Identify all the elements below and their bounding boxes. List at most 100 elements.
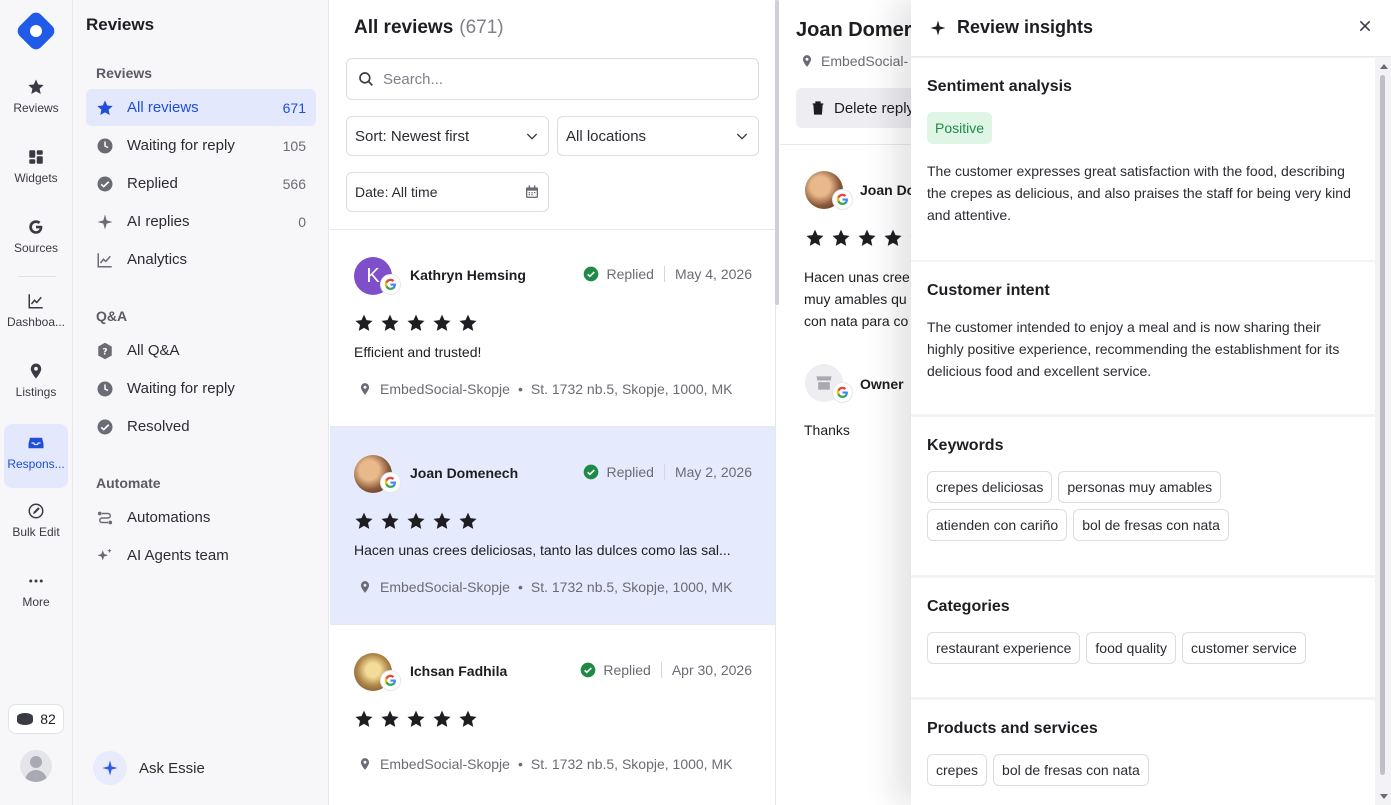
- nav-item-ai-agents-team[interactable]: AI Agents team: [86, 537, 316, 574]
- automation-icon: [97, 511, 113, 524]
- question-icon: ?: [98, 342, 112, 359]
- locations-select[interactable]: All locations: [557, 116, 759, 156]
- detail-reviewer-name: Joan Domer: [796, 19, 912, 41]
- nav-item-count: 105: [282, 137, 306, 154]
- review-card[interactable]: Ichsan Fadhila Replied Apr 30, 2026 Embe…: [330, 625, 775, 805]
- rail-label: Dashboa...: [6, 315, 66, 329]
- keyword-chip: crepes deliciosas: [927, 471, 1053, 503]
- nav-section-reviews: Reviews: [96, 65, 153, 81]
- detail-location: EmbedSocial-: [800, 53, 908, 69]
- insights-title-text: Review insights: [957, 17, 1094, 37]
- star-icon: [406, 709, 426, 734]
- review-card-selected[interactable]: Joan Domenech Replied May 2, 2026 Hacen …: [330, 427, 775, 625]
- inbox-icon: [28, 437, 44, 449]
- rail-item-reviews[interactable]: Reviews: [4, 68, 68, 132]
- nav-item-all-qa[interactable]: ? All Q&A: [86, 332, 316, 369]
- check-circle-icon: [97, 176, 113, 191]
- scroll-up-arrow[interactable]: [1380, 64, 1388, 69]
- star-icon: [831, 228, 851, 253]
- nav-item-all-reviews[interactable]: All reviews 671: [86, 89, 316, 126]
- chevron-down-icon: [526, 133, 538, 140]
- status-label: Replied: [603, 662, 651, 678]
- section-heading: Products and services: [927, 720, 1098, 737]
- customer-intent-section: Customer intent The customer intended to…: [911, 262, 1375, 414]
- review-card[interactable]: K Kathryn Hemsing Replied May 4, 2026 Ef…: [330, 229, 775, 427]
- rail-label: Widgets: [14, 171, 58, 185]
- reviewer-name: Kathryn Hemsing: [410, 267, 526, 283]
- search-box[interactable]: [346, 58, 759, 100]
- map-pin-icon: [360, 581, 370, 593]
- category-chip: customer service: [1182, 632, 1306, 664]
- owner-label: Owner: [860, 376, 904, 392]
- rail-item-bulk-edit[interactable]: Bulk Edit: [4, 492, 68, 556]
- nav-item-label: Waiting for reply: [127, 137, 235, 154]
- rail-divider: [18, 276, 56, 277]
- review-location: EmbedSocial-Skopje • St. 1732 nb.5, Skop…: [358, 579, 732, 595]
- rail-item-widgets[interactable]: Widgets: [4, 138, 68, 202]
- category-chip: food quality: [1086, 632, 1177, 664]
- nav-item-analytics[interactable]: Analytics: [86, 241, 316, 278]
- list-scrollbar[interactable]: [775, 0, 779, 305]
- nav-item-qa-waiting-for-reply[interactable]: Waiting for reply: [86, 370, 316, 407]
- date-filter[interactable]: Date: All time: [346, 172, 549, 212]
- app-logo[interactable]: [14, 9, 58, 53]
- star-icon: [354, 511, 374, 536]
- star-icon: [354, 313, 374, 338]
- map-pin-icon: [802, 55, 812, 67]
- star-icon: [857, 228, 877, 253]
- nav-item-automations[interactable]: Automations: [86, 499, 316, 536]
- scroll-down-arrow[interactable]: [1380, 794, 1388, 799]
- review-location: EmbedSocial-Skopje • St. 1732 nb.5, Skop…: [358, 381, 732, 397]
- check-circle-icon: [97, 419, 113, 434]
- nav-item-ai-replies[interactable]: AI replies 0: [86, 203, 316, 240]
- ask-essie-button[interactable]: Ask Essie: [93, 751, 205, 785]
- sparkle-icon: [102, 760, 118, 776]
- review-location: EmbedSocial-Skopje • St. 1732 nb.5, Skop…: [358, 756, 732, 772]
- rail-item-dashboard[interactable]: Dashboa...: [4, 282, 68, 346]
- icon-rail: Reviews Widgets Sources Dashboa... Listi…: [0, 0, 73, 805]
- rail-item-listings[interactable]: Listings: [4, 352, 68, 416]
- credits-badge[interactable]: 82: [8, 704, 64, 734]
- sort-select[interactable]: Sort: Newest first: [346, 116, 549, 156]
- svg-text:?: ?: [102, 347, 107, 357]
- star-icon: [380, 709, 400, 734]
- insights-scrollbar[interactable]: [1380, 75, 1385, 775]
- detail-reviewer-short: Joan Do: [860, 182, 916, 198]
- star-icon: [354, 709, 374, 734]
- nav-item-resolved[interactable]: Resolved: [86, 408, 316, 445]
- widgets-icon: [29, 150, 43, 164]
- credits-count: 82: [40, 711, 56, 727]
- sentiment-section: Sentiment analysis Positive The customer…: [911, 58, 1375, 260]
- location-address: St. 1732 nb.5, Skopje, 1000, MK: [530, 381, 733, 397]
- app-root: Reviews Widgets Sources Dashboa... Listi…: [0, 0, 1391, 805]
- page-title: All reviews (671): [354, 17, 504, 39]
- chevron-down-icon: [736, 133, 748, 140]
- star-icon: [406, 313, 426, 338]
- bullet-separator: •: [517, 756, 523, 772]
- search-input[interactable]: [383, 70, 743, 88]
- check-circle-icon: [581, 662, 596, 678]
- date-filter-value: Date: All time: [355, 184, 438, 200]
- star-icon: [458, 313, 478, 338]
- close-icon[interactable]: [1353, 14, 1377, 38]
- google-icon: [833, 190, 852, 209]
- delete-reply-label: Delete reply: [834, 99, 915, 117]
- categories-section: Categories restaurant experience food qu…: [911, 578, 1375, 697]
- ask-essie-label: Ask Essie: [139, 759, 205, 777]
- coins-icon: [17, 713, 34, 725]
- nav-item-waiting-for-reply[interactable]: Waiting for reply 105: [86, 127, 316, 164]
- nav-item-count: 566: [282, 175, 306, 192]
- nav-item-label: AI replies: [127, 213, 190, 230]
- status-label: Replied: [606, 266, 654, 282]
- sparkle-icon: [930, 20, 946, 35]
- star-rating: [354, 313, 478, 338]
- rail-item-more[interactable]: More: [4, 562, 68, 626]
- rail-item-sources[interactable]: Sources: [4, 208, 68, 272]
- bullet-separator: •: [517, 381, 523, 397]
- google-icon: [381, 671, 400, 690]
- nav-item-replied[interactable]: Replied 566: [86, 165, 316, 202]
- delete-reply-button[interactable]: Delete reply: [796, 88, 929, 128]
- rail-item-responses[interactable]: Respons...: [4, 424, 68, 488]
- user-avatar[interactable]: [20, 750, 52, 782]
- detail-location-name: EmbedSocial-: [821, 53, 909, 69]
